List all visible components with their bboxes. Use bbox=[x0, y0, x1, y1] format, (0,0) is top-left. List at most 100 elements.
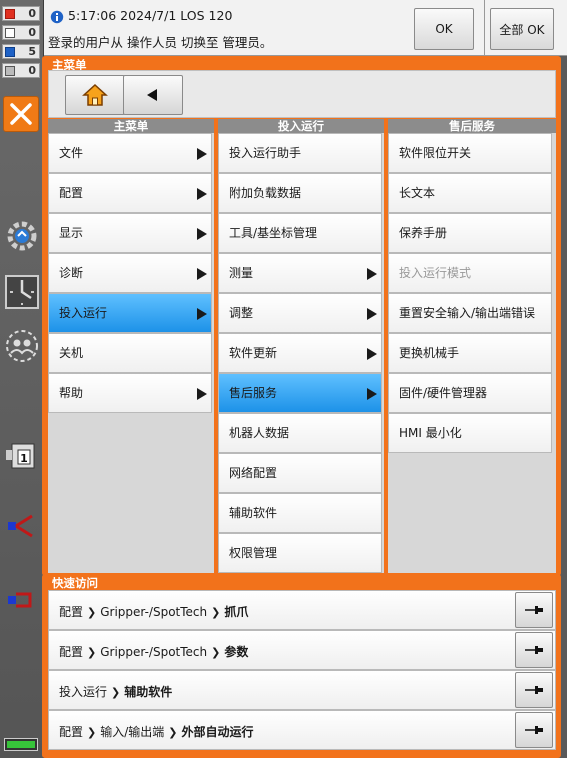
path-segment: Gripper-/SpotTech bbox=[100, 605, 208, 619]
column-header-main-menu: 主菜单 bbox=[48, 119, 214, 133]
menu-item[interactable]: 显示 bbox=[48, 213, 212, 253]
menu-item[interactable]: 固件/硬件管理器 bbox=[388, 373, 552, 413]
menu-item[interactable]: 诊断 bbox=[48, 253, 212, 293]
tool-number-icon[interactable]: 1 bbox=[4, 438, 40, 474]
chevron-right-icon: ❯ bbox=[87, 646, 97, 659]
menu-item[interactable]: 软件限位开关 bbox=[388, 133, 552, 173]
chevron-right-icon: ❯ bbox=[87, 726, 97, 739]
menu-item[interactable]: 调整 bbox=[218, 293, 382, 333]
menu-item[interactable]: 关机 bbox=[48, 333, 212, 373]
submenu-arrow-icon bbox=[197, 268, 207, 280]
submenu-arrow-icon bbox=[197, 228, 207, 240]
info-counter[interactable]: 5 bbox=[2, 44, 40, 59]
error-counter[interactable]: 0 bbox=[2, 6, 40, 21]
gripper-open-icon[interactable] bbox=[4, 508, 40, 544]
svg-text:1: 1 bbox=[20, 452, 28, 465]
menu-item: 投入运行模式 bbox=[388, 253, 552, 293]
wait-counter[interactable]: 0 bbox=[2, 63, 40, 78]
path-target: 参数 bbox=[224, 645, 249, 659]
path-target: 辅助软件 bbox=[124, 685, 173, 699]
user-group-icon[interactable] bbox=[4, 328, 40, 364]
menu-item-label: 配置 bbox=[59, 186, 84, 200]
quick-access-row[interactable]: 投入运行 ❯ 辅助软件 bbox=[48, 670, 556, 710]
submenu-arrow-icon bbox=[197, 308, 207, 320]
menu-item-label: 软件更新 bbox=[229, 346, 278, 360]
menu-item[interactable]: 附加负载数据 bbox=[218, 173, 382, 213]
menu-item-label: 投入运行 bbox=[59, 306, 108, 320]
chevron-right-icon: ❯ bbox=[168, 726, 178, 739]
menu-item-label: 显示 bbox=[59, 226, 84, 240]
ok-all-button[interactable]: 全部 OK bbox=[490, 8, 554, 50]
chevron-right-icon: ❯ bbox=[211, 646, 221, 659]
path-segment: 配置 bbox=[59, 725, 84, 739]
menu-item[interactable]: HMI 最小化 bbox=[388, 413, 552, 453]
pin-button[interactable] bbox=[515, 712, 553, 748]
menu-item[interactable]: 测量 bbox=[218, 253, 382, 293]
ok-button[interactable]: OK bbox=[414, 8, 474, 50]
menu-column-main: 文件配置显示诊断投入运行关机帮助 bbox=[48, 133, 214, 573]
quick-access-path: 配置 ❯ Gripper-/SpotTech ❯ 参数 bbox=[59, 643, 248, 660]
pin-button[interactable] bbox=[515, 672, 553, 708]
chevron-right-icon: ❯ bbox=[211, 606, 221, 619]
quick-access-row[interactable]: 配置 ❯ 输入/输出端 ❯ 外部自动运行 bbox=[48, 710, 556, 750]
message-timestamp: 5:17:06 2024/7/1 LOS 120 bbox=[68, 8, 233, 23]
submenu-arrow-icon bbox=[367, 268, 377, 280]
menu-item[interactable]: 长文本 bbox=[388, 173, 552, 213]
menu-item[interactable]: 工具/基坐标管理 bbox=[218, 213, 382, 253]
close-button[interactable] bbox=[3, 96, 39, 132]
quick-access-title: 快速访问 bbox=[52, 576, 98, 590]
back-button[interactable] bbox=[123, 75, 183, 115]
menu-item-label: 固件/硬件管理器 bbox=[399, 386, 488, 400]
left-status-rail: 0 0 5 0 1 bbox=[0, 0, 44, 758]
menu-item[interactable]: 软件更新 bbox=[218, 333, 382, 373]
menu-item[interactable]: 售后服务 bbox=[218, 373, 382, 413]
menu-item-label: 测量 bbox=[229, 266, 254, 280]
menu-item[interactable]: 投入运行 bbox=[48, 293, 212, 333]
menu-column-service: 软件限位开关 长文本 保养手册投入运行模式重置安全输入/输出端错误更换机械手固件/硬… bbox=[388, 133, 556, 573]
pin-button[interactable] bbox=[515, 592, 553, 628]
message-text: 登录的用户从 操作人员 切换至 管理员。 bbox=[48, 35, 273, 50]
menu-item[interactable]: 帮助 bbox=[48, 373, 212, 413]
menu-item[interactable]: 权限管理 bbox=[218, 533, 382, 573]
battery-indicator bbox=[4, 738, 38, 751]
menu-item[interactable]: 保养手册 bbox=[388, 213, 552, 253]
pin-icon bbox=[525, 646, 543, 654]
chevron-right-icon: ❯ bbox=[87, 606, 97, 619]
menu-item[interactable]: 网络配置 bbox=[218, 453, 382, 493]
menu-item[interactable]: 更换机械手 bbox=[388, 333, 552, 373]
menu-item[interactable]: 配置 bbox=[48, 173, 212, 213]
path-segment: 配置 bbox=[59, 645, 84, 659]
path-segment: 配置 bbox=[59, 605, 84, 619]
menu-item-label: 网络配置 bbox=[229, 466, 278, 480]
menu-item[interactable]: 机器人数据 bbox=[218, 413, 382, 453]
quick-access-row[interactable]: 配置 ❯ Gripper-/SpotTech ❯ 参数 bbox=[48, 630, 556, 670]
menu-item[interactable]: 重置安全输入/输出端错误 bbox=[388, 293, 552, 333]
pin-icon bbox=[525, 606, 543, 614]
home-button[interactable] bbox=[65, 75, 125, 115]
menu-item[interactable]: 辅助软件 bbox=[218, 493, 382, 533]
submenu-arrow-icon bbox=[367, 348, 377, 360]
menu-item-label: 文件 bbox=[59, 146, 84, 160]
clock-icon[interactable] bbox=[4, 274, 40, 310]
quick-access-panel: 快速访问 配置 ❯ Gripper-/SpotTech ❯ 抓爪 配置 ❯ Gripper-/… bbox=[42, 574, 561, 758]
menu-item[interactable]: 投入运行助手 bbox=[218, 133, 382, 173]
menu-column-commissioning: 投入运行助手 附加负载数据 工具/基坐标管理测量调整软件更新售后服务机器人数据网络配… bbox=[218, 133, 384, 573]
chevron-right-icon: ❯ bbox=[111, 686, 121, 699]
menu-item[interactable]: 文件 bbox=[48, 133, 212, 173]
quick-access-row[interactable]: 配置 ❯ Gripper-/SpotTech ❯ 抓爪 bbox=[48, 590, 556, 630]
warning-counter[interactable]: 0 bbox=[2, 25, 40, 40]
submenu-arrow-icon bbox=[197, 388, 207, 400]
column-header-commissioning: 投入运行 bbox=[218, 119, 384, 133]
robot-status-icon[interactable] bbox=[4, 218, 40, 254]
menu-item-label: 售后服务 bbox=[229, 386, 278, 400]
menu-item-label: HMI 最小化 bbox=[399, 426, 462, 440]
error-count: 0 bbox=[28, 7, 36, 20]
menu-toolbar bbox=[48, 70, 556, 118]
menu-item-label: 关机 bbox=[59, 346, 84, 360]
submenu-arrow-icon bbox=[197, 148, 207, 160]
menu-item-label: 重置安全输入/输出端错误 bbox=[399, 306, 536, 320]
menu-item-label: 投入运行模式 bbox=[399, 266, 472, 280]
gripper-closed-icon[interactable] bbox=[4, 582, 40, 618]
pin-button[interactable] bbox=[515, 632, 553, 668]
pin-icon bbox=[525, 726, 543, 734]
